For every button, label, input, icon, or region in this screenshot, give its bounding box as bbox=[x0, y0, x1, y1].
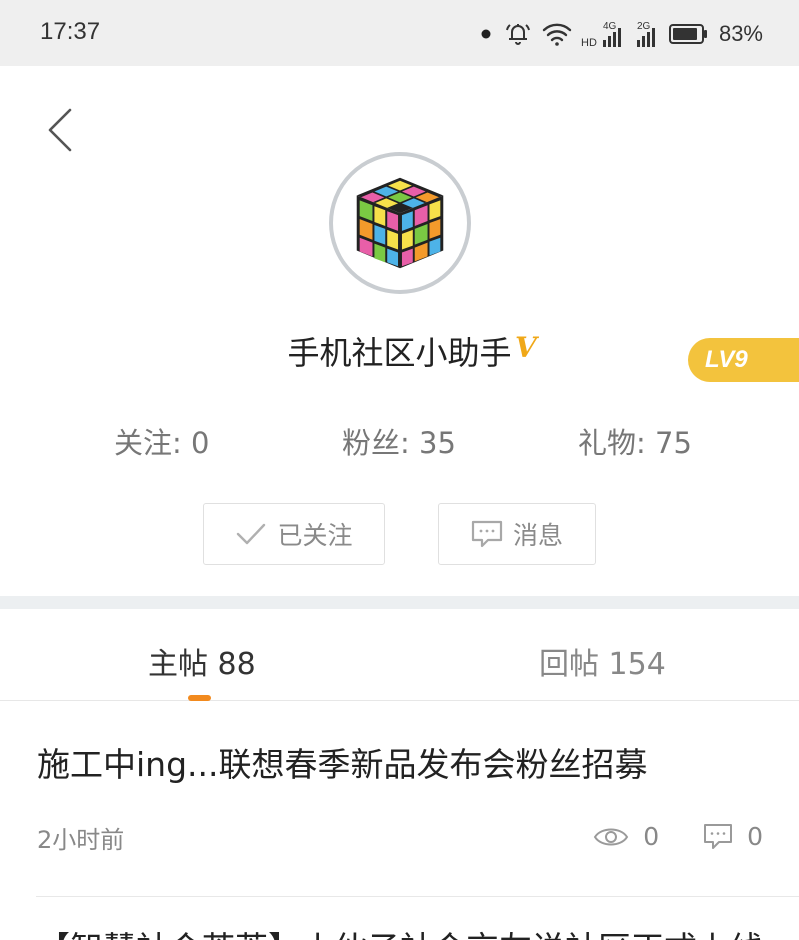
tab-main-posts[interactable]: 主帖 88 bbox=[148, 639, 256, 683]
post-divider bbox=[36, 896, 799, 897]
status-time: 17:37 bbox=[40, 18, 101, 45]
post-title[interactable]: 【智慧社会荟萃】小伙子社会交友说社区正式上线 bbox=[37, 932, 777, 940]
post-meta: 0 0 bbox=[593, 822, 763, 851]
post-comment-count: 0 bbox=[747, 822, 763, 851]
profile-header: 手机社区小助手 V LV9 关注: 0 粉丝: 35 礼物: 75 已关注 消息 bbox=[0, 66, 799, 596]
profile-stats: 关注: 0 粉丝: 35 礼物: 75 bbox=[0, 420, 799, 460]
2g-signal-icon: 2G bbox=[635, 18, 661, 50]
list-item[interactable]: 【智慧社会荟萃】小伙子社会交友说社区正式上线 bbox=[37, 928, 777, 940]
username-row: 手机社区小助手 bbox=[0, 328, 799, 374]
level-badge[interactable]: LV9 bbox=[688, 338, 799, 382]
followed-button-label: 已关注 bbox=[277, 521, 353, 550]
wifi-icon bbox=[541, 20, 573, 48]
status-bar: 17:37 HD 4G 2G 83% bbox=[0, 0, 799, 66]
svg-text:4G: 4G bbox=[603, 21, 617, 32]
post-timestamp: 2小时前 bbox=[37, 826, 125, 854]
active-tab-indicator bbox=[188, 695, 211, 701]
svg-text:HD: HD bbox=[581, 37, 597, 49]
stat-gifts[interactable]: 礼物: 75 bbox=[578, 420, 692, 462]
checkmark-icon bbox=[237, 523, 266, 545]
battery-percent: 83% bbox=[718, 21, 763, 46]
comment-icon bbox=[704, 823, 733, 849]
message-button-label: 消息 bbox=[512, 521, 563, 550]
battery-icon bbox=[668, 23, 709, 45]
stat-fans[interactable]: 粉丝: 35 bbox=[342, 420, 456, 462]
hd-4g-signal-icon: HD 4G bbox=[581, 18, 627, 50]
chevron-left-icon bbox=[48, 108, 72, 152]
post-tabs: 主帖 88 回帖 154 bbox=[0, 609, 799, 701]
chat-bubble-icon bbox=[471, 520, 503, 548]
section-divider bbox=[0, 596, 799, 609]
message-button[interactable]: 消息 bbox=[438, 503, 596, 565]
status-icons: HD 4G 2G 83% bbox=[477, 16, 763, 52]
stat-following[interactable]: 关注: 0 bbox=[114, 420, 209, 462]
back-button[interactable] bbox=[40, 106, 80, 156]
username: 手机社区小助手 bbox=[287, 334, 512, 372]
bell-icon bbox=[503, 19, 533, 49]
svg-text:2G: 2G bbox=[637, 21, 651, 32]
post-title[interactable]: 施工中ing...联想春季新品发布会粉丝招募 bbox=[37, 738, 648, 786]
followed-button[interactable]: 已关注 bbox=[203, 503, 385, 565]
list-item[interactable]: 施工中ing...联想春季新品发布会粉丝招募 2小时前 0 0 bbox=[0, 702, 799, 897]
tab-replies[interactable]: 回帖 154 bbox=[539, 639, 666, 683]
rubiks-cube-avatar-icon bbox=[341, 164, 459, 282]
eye-icon bbox=[594, 828, 629, 845]
avatar[interactable] bbox=[329, 152, 471, 294]
notification-dot-icon bbox=[477, 25, 495, 43]
post-view-count: 0 bbox=[643, 822, 660, 851]
verified-badge-icon: V bbox=[515, 331, 537, 364]
